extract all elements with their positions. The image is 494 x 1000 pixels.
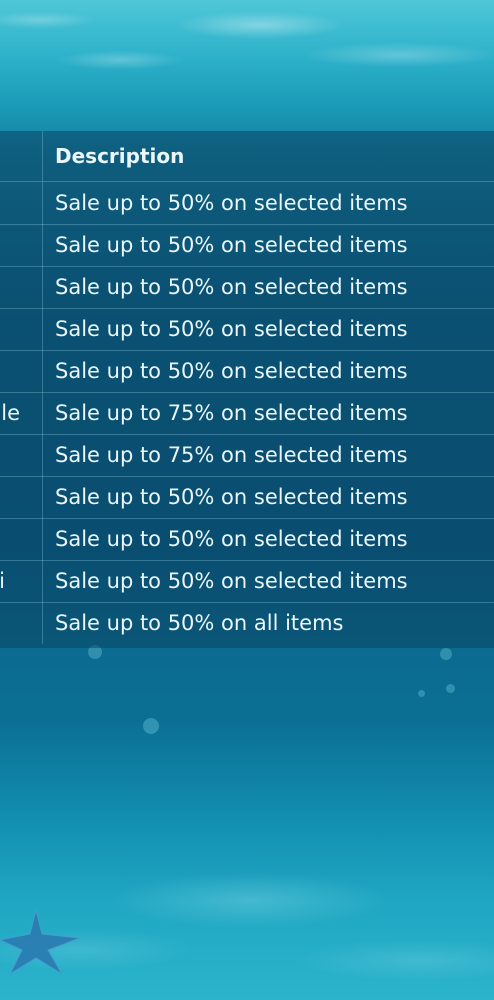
- bubble-decoration: [143, 718, 159, 734]
- table-cell-description: Sale up to 50% on selected items: [55, 191, 408, 215]
- table-row: Sale up to 50% on selected items: [0, 182, 494, 225]
- bubble-decoration: [446, 684, 455, 693]
- table-row: Sale up to 50% on selected items: [0, 308, 494, 351]
- table-cell-left: i: [0, 560, 43, 602]
- table-row: Sale up to 50% on all items: [0, 602, 494, 644]
- table-cell-left: [0, 224, 43, 266]
- table-cell-left: le: [0, 392, 43, 434]
- table-cell-left-text: le: [1, 401, 20, 425]
- table-header-left-cell: [0, 131, 43, 181]
- table-row: Sale up to 75% on selected items: [0, 434, 494, 477]
- table-cell-description: Sale up to 50% on selected items: [55, 233, 408, 257]
- starfish-icon: [0, 909, 81, 976]
- table-cell-left: [0, 602, 43, 644]
- table-cell-left: [0, 308, 43, 350]
- table-cell-left: [0, 518, 43, 560]
- table-cell-description: Sale up to 50% on all items: [55, 611, 344, 635]
- table-cell-description: Sale up to 50% on selected items: [55, 275, 408, 299]
- background-light-ripples: [0, 0, 494, 120]
- table-row: Sale up to 50% on selected items: [0, 476, 494, 519]
- table-cell-left: [0, 476, 43, 518]
- table-cell-description: Sale up to 75% on selected items: [55, 401, 408, 425]
- table-row: Sale up to 50% on selected items: [0, 224, 494, 267]
- table-cell-description: Sale up to 50% on selected items: [55, 359, 408, 383]
- table-row: Sale up to 50% on selected items: [0, 350, 494, 393]
- table-cell-left-text: i: [0, 569, 5, 593]
- table-row: Sale up to 50% on selected items: [0, 266, 494, 309]
- table-cell-description: Sale up to 50% on selected items: [55, 569, 408, 593]
- table-cell-description: Sale up to 75% on selected items: [55, 443, 408, 467]
- table-cell-description: Sale up to 50% on selected items: [55, 527, 408, 551]
- table-row: le Sale up to 75% on selected items: [0, 392, 494, 435]
- table-header-row: Description: [0, 131, 494, 182]
- table-row: i Sale up to 50% on selected items: [0, 560, 494, 603]
- table-cell-left: [0, 350, 43, 392]
- bubble-decoration: [440, 648, 452, 660]
- table-row: Sale up to 50% on selected items: [0, 518, 494, 561]
- bubble-decoration: [418, 690, 425, 697]
- table-cell-left: [0, 182, 43, 224]
- table-cell-description: Sale up to 50% on selected items: [55, 317, 408, 341]
- table-cell-description: Sale up to 50% on selected items: [55, 485, 408, 509]
- table-header-description: Description: [55, 144, 185, 168]
- table-cell-left: [0, 266, 43, 308]
- table-cell-left: [0, 434, 43, 476]
- promotions-table: Description Sale up to 50% on selected i…: [0, 131, 494, 648]
